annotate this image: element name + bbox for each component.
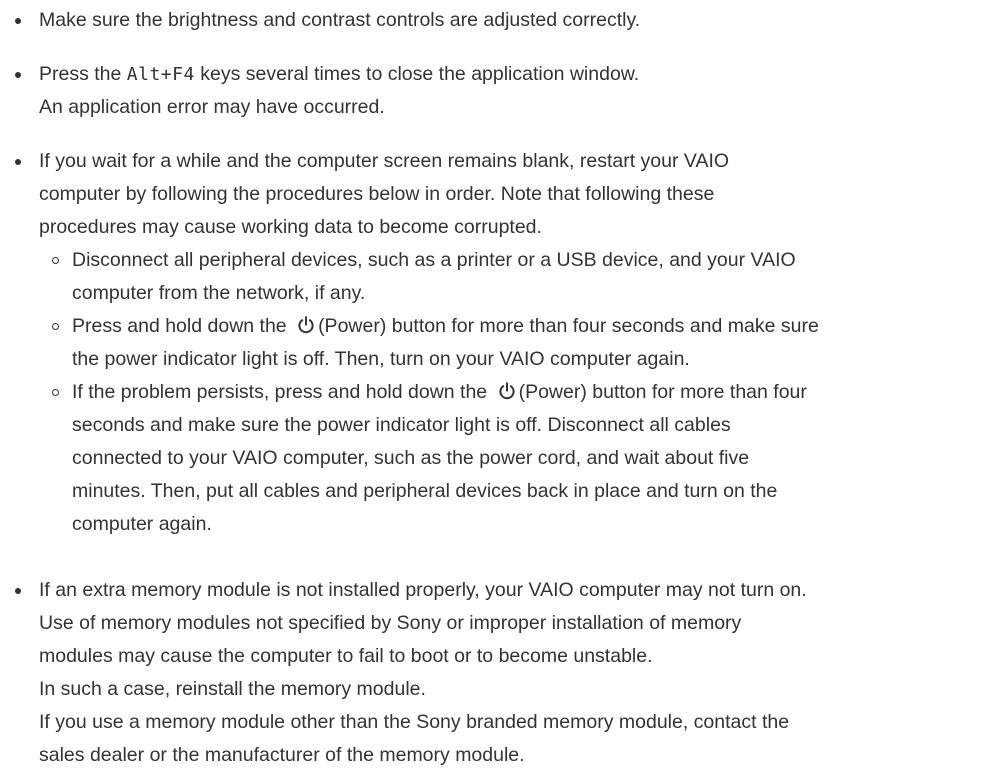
sub-item-disconnect: Disconnect all peripheral devices, such … <box>39 244 1008 310</box>
power-icon <box>497 381 517 401</box>
item-text-line: Disconnect all peripheral devices, such … <box>72 249 796 271</box>
restart-steps-list: Disconnect all peripheral devices, such … <box>39 244 1008 541</box>
item-text-line: If an extra memory module is not install… <box>39 579 807 601</box>
item-text-line: procedures may cause working data to bec… <box>39 216 542 238</box>
item-text-line: seconds and make sure the power indicato… <box>72 414 731 436</box>
item-text-line: If you use a memory module other than th… <box>39 711 790 733</box>
sub-item-hold-power: Press and hold down the (Power) button f… <box>39 310 1008 376</box>
item-text-line: the power indicator light is off. Then, … <box>72 348 690 370</box>
item-text-line: Use of memory modules not specified by S… <box>39 612 742 634</box>
item-text-line: connected to your VAIO computer, such as… <box>72 447 750 469</box>
item-text-line: An application error may have occurred. <box>39 96 385 118</box>
power-icon <box>296 315 316 335</box>
list-item-memory-module: If an extra memory module is not install… <box>0 574 1008 772</box>
item-text-line: modules may cause the computer to fail t… <box>39 645 653 667</box>
item-text-line: computer again. <box>72 513 212 535</box>
item-text-line: sales dealer or the manufacturer of the … <box>39 744 525 766</box>
list-item-alt-f4: Press the Alt+F4 keys several times to c… <box>0 58 1008 124</box>
key-combination: Alt+F4 <box>126 64 195 85</box>
list-item-brightness: Make sure the brightness and contrast co… <box>0 4 1008 37</box>
item-text: Make sure the brightness and contrast co… <box>39 9 641 31</box>
item-text-line: In such a case, reinstall the memory mod… <box>39 678 426 700</box>
item-text-line: If you wait for a while and the computer… <box>39 150 730 172</box>
list-item-restart: If you wait for a while and the computer… <box>0 145 1008 541</box>
item-text-line: Press the Alt+F4 keys several times to c… <box>39 63 640 85</box>
item-text-line: minutes. Then, put all cables and periph… <box>72 480 778 502</box>
item-text-line: computer from the network, if any. <box>72 282 366 304</box>
item-text-line: computer by following the procedures bel… <box>39 183 715 205</box>
sub-item-problem-persists: If the problem persists, press and hold … <box>39 376 1008 541</box>
item-text-line: If the problem persists, press and hold … <box>72 381 807 403</box>
item-text-line: Press and hold down the (Power) button f… <box>72 315 819 337</box>
